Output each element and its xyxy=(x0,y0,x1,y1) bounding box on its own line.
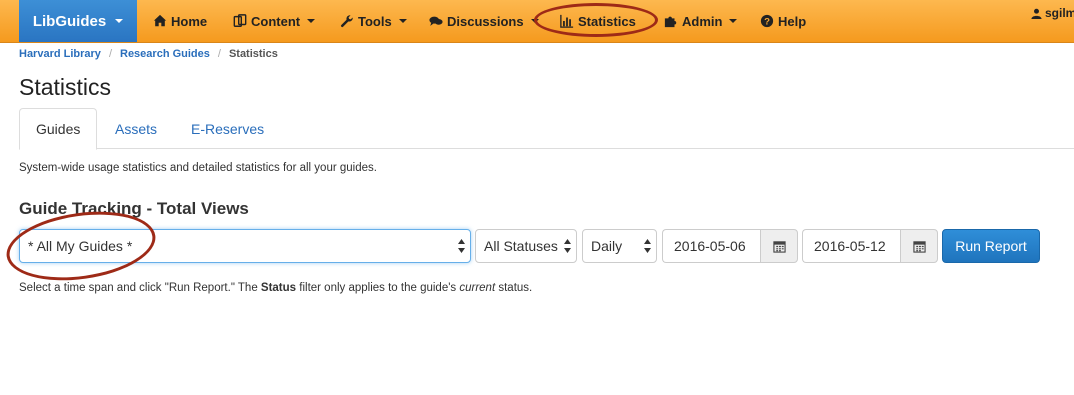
home-icon xyxy=(153,14,167,27)
guide-select[interactable]: * All My Guides * xyxy=(19,229,471,263)
tab-e-reserves[interactable]: E-Reserves xyxy=(175,108,280,149)
nav-help-label: Help xyxy=(778,13,807,29)
nav-statistics-label: Statistics xyxy=(578,13,636,29)
question-icon: ? xyxy=(760,14,774,28)
brand-label: LibGuides xyxy=(32,12,107,30)
start-date-calendar-button[interactable] xyxy=(760,229,798,263)
tab-assets[interactable]: Assets xyxy=(99,108,173,149)
user-name: sgilm xyxy=(1045,6,1074,20)
top-navbar: LibGuides Home Content Tools Discussions… xyxy=(0,0,1074,43)
page-title: Statistics xyxy=(19,74,112,100)
puzzle-icon xyxy=(664,16,677,28)
nav-content-label: Content xyxy=(251,13,301,29)
breadcrumb-current: Statistics xyxy=(228,48,278,60)
wrench-icon xyxy=(340,15,353,28)
nav-tools[interactable]: Tools xyxy=(340,0,407,42)
content-icon xyxy=(233,14,247,27)
breadcrumb-separator: / xyxy=(217,48,221,60)
chevron-down-icon xyxy=(729,19,738,23)
section-title: Guide Tracking - Total Views xyxy=(19,199,249,218)
end-date-input[interactable]: 2016-05-12 xyxy=(802,229,900,263)
interval-select-value: Daily xyxy=(591,238,623,254)
libguides-menu-button[interactable]: LibGuides xyxy=(19,0,137,42)
nav-discussions-label: Discussions xyxy=(447,13,524,29)
breadcrumb-separator: / xyxy=(108,48,112,60)
help-text-end: status. xyxy=(495,282,533,294)
tab-bar: Guides Assets E-Reserves xyxy=(19,108,1074,150)
nav-home[interactable]: Home xyxy=(153,0,207,42)
status-select[interactable]: All Statuses xyxy=(475,229,577,263)
nav-admin[interactable]: Admin xyxy=(664,0,738,42)
nav-help[interactable]: ? Help xyxy=(760,0,806,42)
user-menu[interactable]: sgilm xyxy=(1031,6,1074,20)
help-text-status: Status xyxy=(260,282,297,294)
start-date-group: 2016-05-06 xyxy=(662,229,798,263)
status-select-value: All Statuses xyxy=(484,238,558,254)
tab-guides[interactable]: Guides xyxy=(19,108,97,150)
select-arrows-icon xyxy=(644,239,651,253)
breadcrumb: Harvard Library / Research Guides / Stat… xyxy=(19,48,278,60)
calendar-icon xyxy=(912,240,926,253)
nav-admin-label: Admin xyxy=(682,13,723,29)
breadcrumb-research-guides[interactable]: Research Guides xyxy=(120,48,210,60)
chevron-down-icon xyxy=(398,19,407,23)
help-text-middle: filter only applies to the guide's xyxy=(296,282,460,294)
help-text: Select a time span and click "Run Report… xyxy=(19,282,532,294)
end-date-group: 2016-05-12 xyxy=(802,229,938,263)
start-date-input[interactable]: 2016-05-06 xyxy=(662,229,760,263)
nav-tools-label: Tools xyxy=(358,13,392,29)
bar-chart-icon xyxy=(560,14,574,28)
select-arrows-icon xyxy=(458,239,465,253)
svg-text:?: ? xyxy=(764,17,770,28)
help-text-start: Select a time span and click "Run Report… xyxy=(19,282,261,294)
nav-content[interactable]: Content xyxy=(233,0,316,42)
user-icon xyxy=(1031,8,1042,19)
page-description: System-wide usage statistics and detaile… xyxy=(19,162,377,174)
chevron-down-icon xyxy=(307,19,316,23)
nav-statistics[interactable]: Statistics xyxy=(560,0,636,42)
help-text-current: current xyxy=(459,282,496,294)
chevron-down-icon xyxy=(115,19,124,23)
breadcrumb-harvard-library[interactable]: Harvard Library xyxy=(19,48,101,60)
run-report-button[interactable]: Run Report xyxy=(942,229,1040,263)
calendar-icon xyxy=(772,240,786,253)
select-arrows-icon xyxy=(564,239,571,253)
guide-select-value: * All My Guides * xyxy=(28,238,133,254)
interval-select[interactable]: Daily xyxy=(582,229,657,263)
end-date-calendar-button[interactable] xyxy=(900,229,938,263)
nav-discussions[interactable]: Discussions xyxy=(429,0,539,42)
nav-home-label: Home xyxy=(171,13,208,29)
chevron-down-icon xyxy=(530,19,539,23)
comments-icon xyxy=(429,16,443,26)
